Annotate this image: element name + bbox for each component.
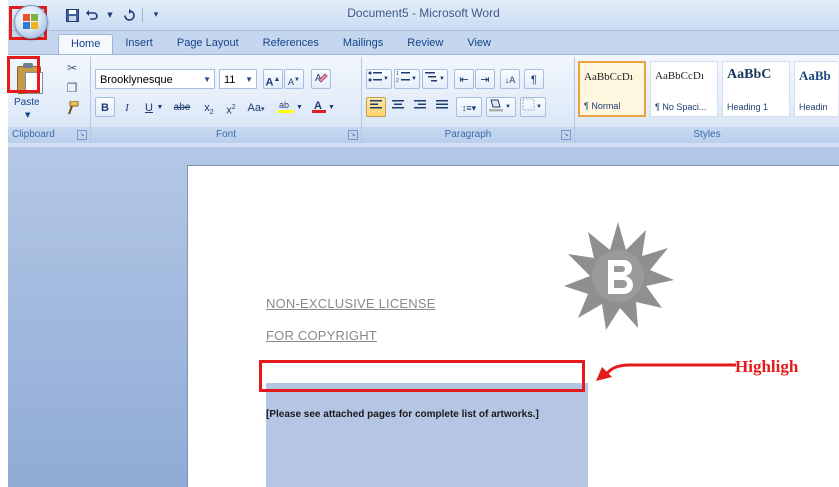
svg-text:▼: ▼ bbox=[296, 104, 303, 111]
document-page[interactable]: NON-EXCLUSIVE LICENSE FOR COPYRIGHT [Ple… bbox=[187, 165, 839, 487]
tab-references[interactable]: References bbox=[251, 34, 331, 54]
office-button[interactable] bbox=[14, 5, 48, 39]
word-window: ▼ ▾ Document5 - Microsoft Word Home Inse… bbox=[8, 0, 839, 487]
office-logo-icon bbox=[23, 14, 39, 30]
style-normal[interactable]: AaBbCcDı ¶ Normal bbox=[578, 61, 646, 117]
svg-text:▼: ▼ bbox=[328, 104, 335, 111]
font-name-value: Brooklynesque bbox=[100, 74, 173, 86]
document-area: NON-EXCLUSIVE LICENSE FOR COPYRIGHT [Ple… bbox=[8, 147, 839, 487]
svg-text:▼: ▼ bbox=[383, 76, 389, 82]
bullets-icon[interactable]: ▼ bbox=[366, 69, 392, 89]
subscript-button[interactable]: x2 bbox=[199, 97, 219, 117]
style-sample: AaBbCcDı bbox=[655, 70, 704, 82]
tab-insert[interactable]: Insert bbox=[113, 34, 165, 54]
sort-icon[interactable]: ↓A bbox=[500, 69, 520, 89]
clipboard-launcher-icon[interactable]: ↘ bbox=[77, 130, 87, 140]
svg-text:▼: ▼ bbox=[536, 104, 542, 110]
license-title-line1: NON-EXCLUSIVE LICENSE bbox=[266, 296, 436, 311]
svg-text:▼: ▼ bbox=[505, 104, 511, 110]
copy-icon[interactable]: ❐ bbox=[63, 81, 81, 99]
license-title-line2: FOR COPYRIGHT bbox=[266, 328, 377, 343]
change-case-button[interactable]: Aa▾ bbox=[243, 97, 269, 117]
paste-label: Paste bbox=[14, 97, 40, 108]
font-name-dropdown-icon: ▼ bbox=[203, 75, 211, 84]
justify-icon[interactable] bbox=[432, 97, 452, 117]
multilevel-list-icon[interactable]: ▼ bbox=[422, 69, 448, 89]
increase-indent-icon[interactable]: ⇥ bbox=[475, 69, 495, 89]
style-name: ¶ No Spaci... bbox=[655, 102, 707, 112]
paragraph-launcher-icon[interactable]: ↘ bbox=[561, 130, 571, 140]
highlight-box-field bbox=[259, 360, 585, 392]
align-center-icon[interactable] bbox=[388, 97, 408, 117]
font-group: Brooklynesque ▼ 11 ▼ A▲ A▼ A B I U ▼ abe… bbox=[91, 57, 362, 143]
highlight-box-paste bbox=[7, 56, 40, 93]
tab-home[interactable]: Home bbox=[58, 34, 114, 55]
shrink-font-button[interactable]: A▼ bbox=[284, 69, 304, 89]
paste-dropdown-icon: ▼ bbox=[25, 111, 31, 119]
tab-review[interactable]: Review bbox=[395, 34, 455, 54]
align-left-icon[interactable] bbox=[366, 97, 386, 117]
shaded-table-cell bbox=[266, 383, 588, 487]
font-group-label: Font bbox=[91, 127, 361, 143]
window-title: Document5 - Microsoft Word bbox=[347, 6, 500, 20]
decrease-indent-icon[interactable]: ⇤ bbox=[454, 69, 474, 89]
highlight-color-button[interactable]: ab ▼ bbox=[275, 97, 305, 117]
svg-text:▼: ▼ bbox=[411, 76, 417, 82]
style-sample: AaBbCcDı bbox=[584, 71, 633, 83]
paragraph-group-label: Paragraph bbox=[362, 127, 574, 143]
format-painter-icon[interactable] bbox=[63, 100, 81, 119]
annotation-arrow-icon bbox=[596, 363, 736, 381]
strikethrough-button[interactable]: abe bbox=[169, 97, 195, 117]
style-name: Heading 1 bbox=[727, 102, 769, 112]
ribbon-tabs: Home Insert Page Layout References Maili… bbox=[58, 34, 503, 55]
clear-formatting-icon[interactable]: A bbox=[311, 69, 331, 89]
tab-page-layout[interactable]: Page Layout bbox=[165, 34, 251, 54]
style-no-spacing[interactable]: AaBbCcDı ¶ No Spaci... bbox=[650, 61, 718, 117]
style-heading-2[interactable]: AaBb Headin bbox=[794, 61, 838, 117]
font-size-value: 11 bbox=[224, 74, 236, 86]
numbering-icon[interactable]: 1 2 ▼ bbox=[394, 69, 420, 89]
show-formatting-icon[interactable]: ¶ bbox=[524, 69, 544, 89]
styles-group-label: Styles bbox=[575, 127, 839, 143]
borders-icon[interactable]: ▼ bbox=[520, 97, 546, 117]
styles-gallery: AaBbCcDı ¶ Normal AaBbCcDı ¶ No Spaci...… bbox=[578, 61, 838, 123]
svg-text:2: 2 bbox=[396, 78, 399, 84]
underline-dropdown-icon[interactable]: ▼ bbox=[155, 97, 165, 117]
font-color-button[interactable]: A ▼ bbox=[309, 97, 337, 117]
italic-button[interactable]: I bbox=[117, 97, 137, 117]
font-name-box[interactable]: Brooklynesque ▼ bbox=[95, 69, 215, 89]
svg-text:ab: ab bbox=[279, 100, 289, 110]
font-launcher-icon[interactable]: ↘ bbox=[348, 130, 358, 140]
superscript-button[interactable]: x2 bbox=[221, 97, 241, 117]
tab-mailings[interactable]: Mailings bbox=[331, 34, 395, 54]
line-spacing-icon[interactable]: ↕≡▾ bbox=[456, 97, 482, 117]
paragraph-group: ▼ 1 2 ▼ ▼ ⇤ ⇥ ↓A ¶ ↕≡▾ ▼ ▼ Paragraph ↘ bbox=[362, 57, 575, 143]
font-size-dropdown-icon: ▼ bbox=[245, 75, 253, 84]
tab-view[interactable]: View bbox=[455, 34, 503, 54]
title-bar: ▼ ▾ Document5 - Microsoft Word bbox=[8, 0, 839, 31]
bold-button[interactable]: B bbox=[95, 97, 115, 117]
svg-text:1: 1 bbox=[396, 71, 399, 77]
style-name: Headin bbox=[799, 102, 828, 112]
style-name: ¶ Normal bbox=[584, 101, 621, 111]
sunburst-b-logo bbox=[564, 222, 674, 330]
style-heading-1[interactable]: AaBbC Heading 1 bbox=[722, 61, 790, 117]
annotation-label: Highligh bbox=[735, 357, 799, 376]
svg-text:▼: ▼ bbox=[439, 76, 445, 82]
style-sample: AaBbC bbox=[727, 67, 772, 82]
artworks-note: [Please see attached pages for complete … bbox=[266, 409, 539, 420]
font-size-box[interactable]: 11 ▼ bbox=[219, 69, 257, 89]
grow-font-button[interactable]: A▲ bbox=[263, 69, 283, 89]
cut-icon[interactable]: ✂ bbox=[63, 61, 81, 79]
ribbon: Paste ▼ ✂ ❐ Clipboard ↘ Brooklynesque ▼ … bbox=[8, 54, 839, 148]
style-sample: AaBb bbox=[799, 68, 831, 83]
shading-icon[interactable]: ▼ bbox=[486, 97, 516, 117]
align-right-icon[interactable] bbox=[410, 97, 430, 117]
